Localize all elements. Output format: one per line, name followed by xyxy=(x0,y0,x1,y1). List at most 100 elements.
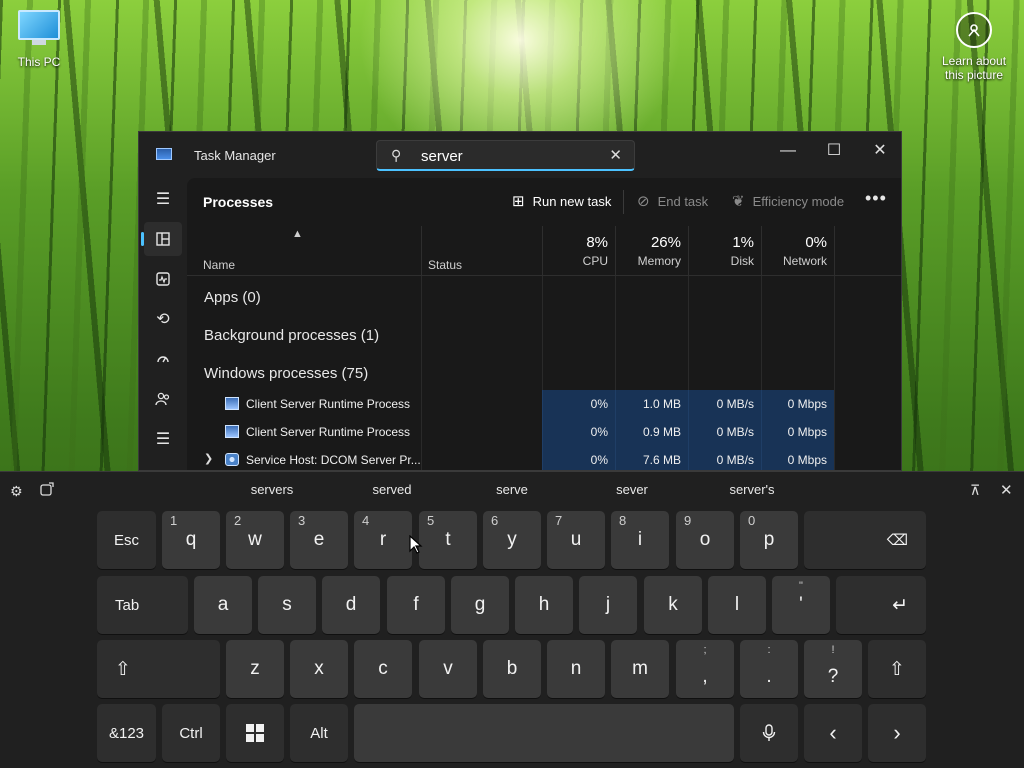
key-x-letter: x xyxy=(314,658,324,679)
key-g[interactable]: g xyxy=(451,576,509,634)
key-f[interactable]: f xyxy=(387,576,445,634)
title-bar[interactable]: Task Manager ⚲ ✕ — ☐ ✕ xyxy=(139,132,901,178)
close-keyboard-icon[interactable]: ✕ xyxy=(1000,481,1013,499)
suggestion-4[interactable]: sever xyxy=(592,482,672,497)
column-name[interactable]: Name xyxy=(203,258,235,272)
key-r[interactable]: 4r xyxy=(354,511,412,569)
key-o[interactable]: 9o xyxy=(676,511,734,569)
key-right-arrow[interactable]: › xyxy=(868,704,926,762)
key-x[interactable]: x xyxy=(290,640,348,698)
key-ctrl[interactable]: Ctrl xyxy=(162,704,220,762)
key-t[interactable]: 5t xyxy=(419,511,477,569)
hamburger-menu-icon[interactable]: ☰ xyxy=(144,182,182,216)
key-j[interactable]: j xyxy=(579,576,637,634)
key-y[interactable]: 6y xyxy=(483,511,541,569)
touch-keyboard: ⚙ servers served serve sever server's ⊼ … xyxy=(0,471,1024,768)
table-row[interactable]: ❯ Service Host: DCOM Server Pr... 0% 7.6… xyxy=(187,446,901,470)
column-memory[interactable]: 26% Memory xyxy=(615,226,688,276)
search-box[interactable]: ⚲ ✕ xyxy=(376,140,635,171)
right-shift-key[interactable]: ⇧ xyxy=(868,640,926,698)
left-shift-key[interactable]: ⇧ xyxy=(97,640,220,698)
search-input[interactable] xyxy=(421,145,601,167)
column-status[interactable]: Status xyxy=(421,226,542,276)
more-options-button[interactable]: ••• xyxy=(865,188,887,209)
group-apps[interactable]: Apps (0) xyxy=(204,289,261,306)
key-period[interactable]: :. xyxy=(740,640,798,698)
key-l[interactable]: l xyxy=(708,576,766,634)
column-cpu[interactable]: 8% CPU xyxy=(542,226,615,276)
end-task-button[interactable]: ⊘ End task xyxy=(637,192,708,210)
enter-key[interactable]: ↵ xyxy=(836,576,926,634)
key-c[interactable]: c xyxy=(354,640,412,698)
key-s-letter: s xyxy=(282,594,292,615)
group-windows-processes[interactable]: Windows processes (75) xyxy=(204,365,368,382)
suggestion-2[interactable]: served xyxy=(352,482,432,497)
suggestion-5[interactable]: server's xyxy=(712,482,792,497)
cpu-total-pct: 8% xyxy=(586,234,608,251)
key-w[interactable]: 2w xyxy=(226,511,284,569)
key-windows[interactable] xyxy=(226,704,284,762)
key-alt[interactable]: Alt xyxy=(290,704,348,762)
table-row[interactable]: Client Server Runtime Process 0% 1.0 MB … xyxy=(187,390,901,418)
key-tab-label: Tab xyxy=(115,596,140,614)
key-comma[interactable]: ;, xyxy=(676,640,734,698)
end-task-label: End task xyxy=(657,193,709,209)
key-z[interactable]: z xyxy=(226,640,284,698)
cell-memory: 1.0 MB xyxy=(615,390,688,418)
dock-keyboard-icon[interactable]: ⊼ xyxy=(970,482,980,499)
learn-about-picture-icon[interactable]: Learn about this picture xyxy=(938,12,1010,82)
key-m[interactable]: m xyxy=(611,640,669,698)
suggestion-1[interactable]: servers xyxy=(232,482,312,497)
key-h[interactable]: h xyxy=(515,576,573,634)
column-network[interactable]: 0% Network xyxy=(761,226,834,276)
chevron-right-icon[interactable]: ❯ xyxy=(204,452,213,465)
key-d[interactable]: d xyxy=(322,576,380,634)
key-a[interactable]: a xyxy=(194,576,252,634)
cell-memory: 7.6 MB xyxy=(615,446,688,470)
key-p[interactable]: 0p xyxy=(740,511,798,569)
key-q-letter: q xyxy=(185,529,197,550)
key-u[interactable]: 7u xyxy=(547,511,605,569)
camera-info-icon xyxy=(956,12,992,48)
key-tab[interactable]: Tab xyxy=(97,576,188,634)
key-apostrophe[interactable]: " ' xyxy=(772,576,830,634)
run-new-task-button[interactable]: ⊞ Run new task xyxy=(512,192,611,210)
key-n[interactable]: n xyxy=(547,640,605,698)
emoji-panel-icon[interactable] xyxy=(40,482,54,499)
key-s[interactable]: s xyxy=(258,576,316,634)
key-left-arrow[interactable]: ‹ xyxy=(804,704,862,762)
spacebar[interactable] xyxy=(354,704,734,762)
table-row[interactable]: Client Server Runtime Process 0% 0.9 MB … xyxy=(187,418,901,446)
nav-app-history-icon[interactable]: ⟲ xyxy=(144,302,182,336)
nav-details-icon[interactable]: ☰ xyxy=(144,422,182,456)
key-microphone[interactable] xyxy=(740,704,798,762)
key-b[interactable]: b xyxy=(483,640,541,698)
key-q[interactable]: 1q xyxy=(162,511,220,569)
backspace-key[interactable]: ⌫ xyxy=(804,511,926,569)
nav-processes-icon[interactable] xyxy=(141,222,182,256)
key-i[interactable]: 8i xyxy=(611,511,669,569)
nav-startup-apps-icon[interactable] xyxy=(144,342,182,376)
key-r-letter: r xyxy=(379,529,387,550)
nav-performance-icon[interactable] xyxy=(144,262,182,296)
close-button[interactable]: ✕ xyxy=(857,136,901,166)
nav-users-icon[interactable] xyxy=(144,382,182,416)
column-disk[interactable]: 1% Disk xyxy=(688,226,761,276)
sort-ascending-icon[interactable]: ▲ xyxy=(292,228,303,240)
key-e[interactable]: 3e xyxy=(290,511,348,569)
key-k[interactable]: k xyxy=(644,576,702,634)
microphone-icon xyxy=(740,704,798,762)
key-v[interactable]: v xyxy=(419,640,477,698)
group-background-processes[interactable]: Background processes (1) xyxy=(204,327,379,344)
clear-search-icon[interactable]: ✕ xyxy=(609,146,622,164)
key-question[interactable]: !? xyxy=(804,640,862,698)
key-esc[interactable]: Esc xyxy=(97,511,156,569)
efficiency-mode-button[interactable]: ❦ Efficiency mode xyxy=(732,192,844,210)
suggestion-3[interactable]: serve xyxy=(472,482,552,497)
process-window-icon xyxy=(225,425,239,438)
maximize-button[interactable]: ☐ xyxy=(811,136,857,166)
this-pc-desktop-icon[interactable]: This PC xyxy=(10,10,68,69)
minimize-button[interactable]: — xyxy=(765,136,811,166)
gear-icon[interactable]: ⚙ xyxy=(10,483,23,500)
key-symbols[interactable]: &123 xyxy=(97,704,156,762)
